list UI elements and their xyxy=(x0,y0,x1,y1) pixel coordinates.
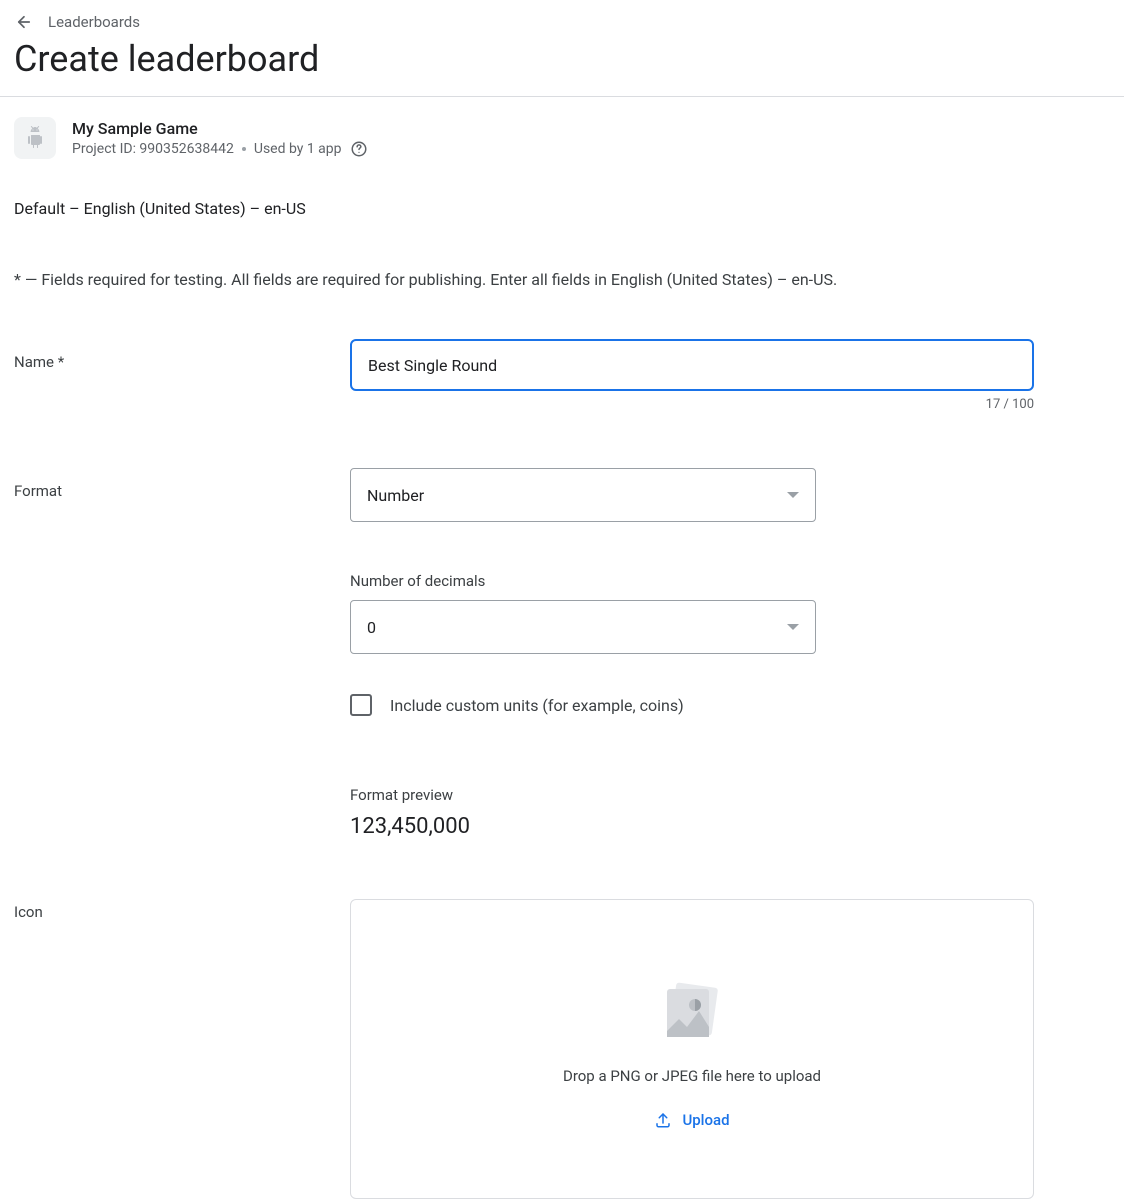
decimals-select-value: 0 xyxy=(367,618,376,637)
back-arrow-icon[interactable] xyxy=(14,12,34,32)
name-label: Name * xyxy=(14,339,350,371)
android-icon xyxy=(14,117,56,159)
help-icon[interactable] xyxy=(350,140,368,158)
upload-button-label: Upload xyxy=(682,1111,729,1129)
name-input[interactable] xyxy=(350,339,1034,391)
icon-upload-dropzone[interactable]: Drop a PNG or JPEG file here to upload U… xyxy=(350,899,1034,1199)
format-preview-label: Format preview xyxy=(350,786,1050,804)
breadcrumb[interactable]: Leaderboards xyxy=(14,12,1110,32)
locale-text: Default – English (United States) – en-U… xyxy=(14,199,1110,218)
decimals-select[interactable]: 0 xyxy=(350,600,816,654)
format-select[interactable]: Number xyxy=(350,468,816,522)
format-select-value: Number xyxy=(367,486,424,505)
name-char-count: 17 / 100 xyxy=(350,397,1034,412)
chevron-down-icon xyxy=(787,492,799,498)
project-id-label: Project ID: 990352638442 xyxy=(72,141,234,157)
format-label: Format xyxy=(14,468,350,500)
separator-dot xyxy=(242,147,246,151)
used-by-label: Used by 1 app xyxy=(254,141,342,157)
image-stack-icon xyxy=(657,979,727,1049)
format-preview-value: 123,450,000 xyxy=(350,814,1050,839)
game-name: My Sample Game xyxy=(72,119,368,138)
game-header: My Sample Game Project ID: 990352638442 … xyxy=(0,97,1124,159)
decimals-label: Number of decimals xyxy=(350,572,1050,590)
breadcrumb-label: Leaderboards xyxy=(48,13,140,31)
icon-label: Icon xyxy=(14,899,350,921)
upload-icon xyxy=(654,1111,672,1129)
custom-units-label: Include custom units (for example, coins… xyxy=(390,696,684,715)
page-title: Create leaderboard xyxy=(14,38,1110,96)
upload-button[interactable]: Upload xyxy=(654,1111,729,1129)
chevron-down-icon xyxy=(787,624,799,630)
upload-hint: Drop a PNG or JPEG file here to upload xyxy=(563,1067,821,1085)
required-fields-hint: * — Fields required for testing. All fie… xyxy=(14,270,1110,289)
custom-units-checkbox[interactable] xyxy=(350,694,372,716)
